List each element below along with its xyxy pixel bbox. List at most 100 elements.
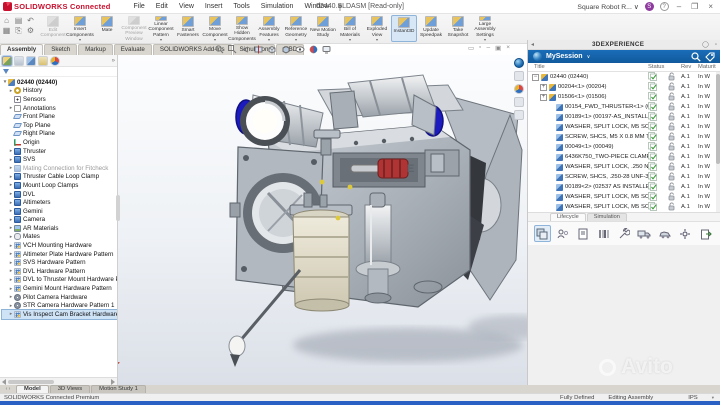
settings-gear-icon-2[interactable] [677,225,693,242]
feature-tree-item[interactable]: ▸ History [2,87,117,96]
ribbon-button[interactable]: New Motion Study [310,15,336,42]
new-document-icon[interactable]: ▤ [13,16,24,25]
help-icon[interactable]: ? [660,2,669,11]
select-components-icon[interactable] [534,225,551,242]
panel-bottom-tab[interactable]: Simulation [587,213,627,221]
feature-tree-item[interactable]: Sensors [2,95,117,104]
avatar[interactable]: S [645,2,654,11]
menu-item[interactable]: Edit [151,2,173,11]
feature-tree-item[interactable]: ▸ Annotations [2,104,117,113]
component-row[interactable]: WASHER, SPLIT LOCK, M5 SCR... A.1 In W [528,122,720,132]
component-row[interactable]: + 00204<1> (00204) A.1 In W [528,82,720,92]
feature-tree-item[interactable]: ▸ SVS [2,155,117,164]
column-title[interactable]: Title [534,64,648,70]
expand-box-icon[interactable]: + [540,94,547,101]
component-row[interactable]: WASHER, SPLIT LOCK, M5 SCR... A.1 In W [528,202,720,212]
barcode-icon[interactable] [595,225,611,242]
configuration-manager-tab-icon[interactable] [26,56,36,66]
menu-item[interactable]: View [174,2,199,11]
menu-item[interactable]: File [129,2,150,11]
tab-scroll-icons[interactable]: ‹ › [0,386,16,393]
feature-tree-item[interactable]: ▸ Mating Connection for Fitcheck [2,164,117,173]
document-tab[interactable]: Model [16,385,49,393]
session-label[interactable]: MySession [546,53,583,60]
component-row[interactable]: 00189<1> (00197-AS_INSTALLED) A.1 In W [528,112,720,122]
hide-show-items-eye-icon[interactable] [295,45,305,54]
feature-tree-item[interactable]: ▸ Camera [2,216,117,225]
ribbon-button[interactable]: Move Component ▾ [202,15,228,42]
display-style-icon[interactable] [281,45,291,54]
more-tabs-icon[interactable]: » [112,58,115,64]
component-row[interactable]: 00189<2> (02537 AS INSTALLED) A.1 In W [528,182,720,192]
doc-close-icon[interactable]: × [506,44,510,52]
vehicle-icon[interactable] [657,225,673,242]
export-document-icon[interactable] [698,225,714,242]
feature-tree-item[interactable]: ▸ DVL [2,190,117,199]
restore-button[interactable]: ❐ [689,2,700,11]
feature-tree-item[interactable]: ▸ Altimeter Plate Hardware Pattern [2,250,117,259]
component-row[interactable]: WASHER, SPLIT LOCK, .250 NO... A.1 In W [528,162,720,172]
component-row[interactable]: 00154_FWD_THRUSTER<1> (00... A.1 In W [528,102,720,112]
edit-appearance-icon[interactable] [309,45,318,54]
list-scrollbar-thumb[interactable] [716,74,720,164]
component-row[interactable]: WASHER, SPLIT LOCK, M5 SCR... A.1 In W [528,192,720,202]
panel-collapse-icon[interactable]: ▫ [712,42,720,48]
column-maturity[interactable]: Maturit [698,64,720,70]
zoom-fit-icon[interactable] [215,45,224,54]
ribbon-button[interactable]: Instant3D [391,15,417,42]
feature-tree-item[interactable]: ▸ Thruster [2,147,117,156]
feature-tree-item[interactable]: ▸ Mates [2,233,117,242]
ribbon-tab[interactable]: Markup [78,44,113,55]
component-row[interactable]: 00049<1> (00049) A.1 In W [528,142,720,152]
feature-tree-item[interactable]: Front Plane [2,112,117,121]
feature-tree-item[interactable]: ▸ Thruster Cable Loop Clamp [2,173,117,182]
delivery-truck-icon[interactable] [636,225,652,242]
feature-tree-item[interactable]: ▸ VCH Mounting Hardware [2,241,117,250]
feature-tree-item[interactable]: ▸ Gemini Mount Hardware Pattern [2,284,117,293]
ribbon-button[interactable]: Assembly Features ▾ [256,15,282,42]
feature-tree-item[interactable]: ▸ Pilot Camera Hardware [2,293,117,302]
view-settings-icon[interactable] [322,45,331,54]
print-icon[interactable]: ⎘ [13,26,24,36]
minimize-button[interactable]: – [675,2,683,11]
ribbon-button[interactable]: Mate [94,15,120,42]
feature-tree-item[interactable]: ▸ DVL Hardware Pattern [2,267,117,276]
expand-box-icon[interactable]: − [532,74,539,81]
section-view-icon[interactable] [254,45,263,54]
ribbon-button[interactable]: Show Hidden Components [229,15,255,42]
panel-options-icon[interactable]: ◯ [699,41,712,48]
ribbon-button[interactable]: Insert Components ▾ [67,15,93,42]
doc-restore-icon[interactable]: ▭ [468,44,474,52]
feature-tree-item[interactable]: ▸ SVS Hardware Pattern [2,258,117,267]
property-manager-tab-icon[interactable] [14,56,24,66]
panel-splitter-grip[interactable] [116,195,120,221]
feature-tree-item[interactable]: ▸ DVL to Thruster Mount Hardware Pa [2,276,117,285]
feature-tree-item[interactable]: ▸ AR Materials [2,224,117,233]
dimxpert-manager-tab-icon[interactable] [38,56,48,66]
ribbon-button[interactable]: Reference Geometry ▾ [283,15,309,42]
list-scrollbar[interactable] [716,72,720,212]
machining-tools-icon[interactable] [616,225,632,242]
panel-dock-icon[interactable]: ◂ [528,41,537,48]
expand-box-icon[interactable]: + [540,84,547,91]
menu-item[interactable]: Insert [200,2,228,11]
component-row[interactable]: 6436K750_TWO-PIECE CLAMP-... A.1 In W [528,152,720,162]
display-manager-tab-icon[interactable] [50,56,60,66]
custom-properties-icon[interactable] [514,110,524,120]
ribbon-button[interactable]: Exploded View ▾ [364,15,390,42]
menu-item[interactable]: Tools [228,2,254,11]
feature-tree-item[interactable]: Origin [2,138,117,147]
undo-icon[interactable]: ↶ [25,16,36,25]
ribbon-button[interactable]: Large Assembly Settings ▾ [472,15,498,42]
scroll-right-icon[interactable] [111,379,115,385]
feature-tree-item[interactable]: ▸ Gemini [2,207,117,216]
save-icon[interactable]: ▦ [1,26,12,36]
component-row[interactable]: SCREW, SHCS, .250-28 UNF-3A... A.1 In W [528,172,720,182]
ribbon-button[interactable]: Update Speedpak [418,15,444,42]
document-tab[interactable]: 3D Views [50,385,90,393]
doc-tile-icon[interactable]: ▫ [479,44,481,52]
feature-tree-item[interactable]: Top Plane [2,121,117,130]
session-caret-icon[interactable]: ∨ [587,54,591,60]
ribbon-button[interactable]: Bill of Materials ▾ [337,15,363,42]
feature-tree-item[interactable]: ▸ Vis Inspect Cam Bracket Hardware [2,310,117,319]
